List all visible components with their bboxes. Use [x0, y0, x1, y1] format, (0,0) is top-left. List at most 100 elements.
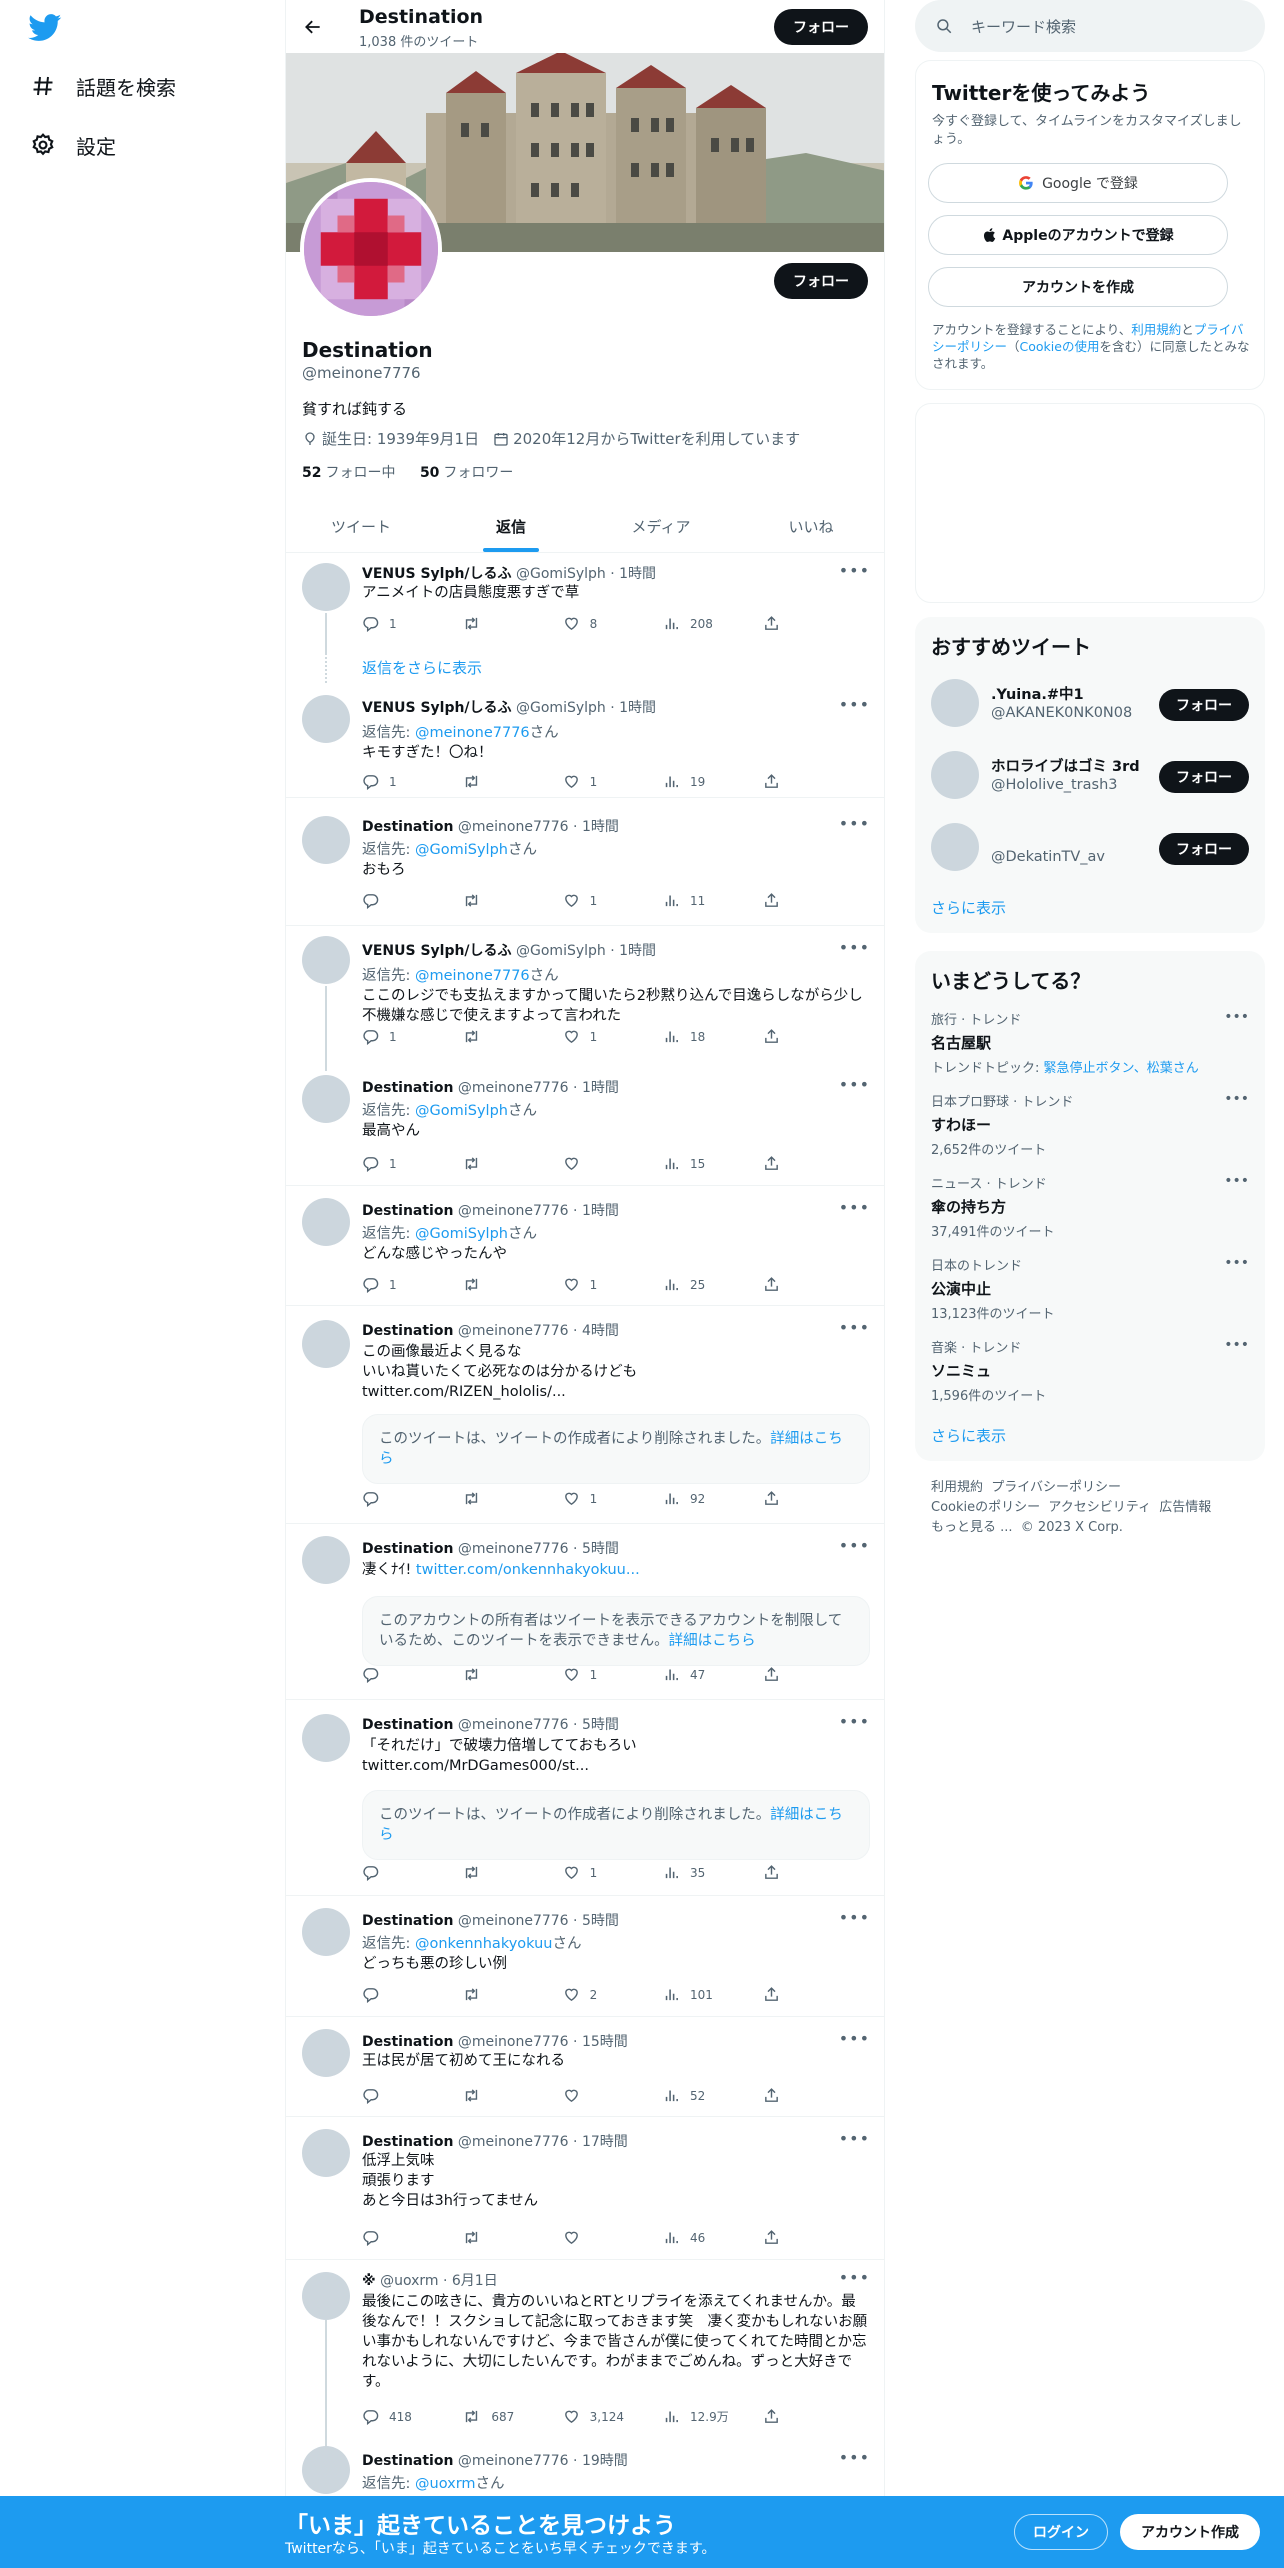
tweet-author-name[interactable]: Destination [362, 1080, 453, 1096]
share-button[interactable] [763, 2229, 792, 2246]
tweet-link[interactable]: twitter.com/MrDGames000/st... [362, 1756, 870, 1776]
views-button[interactable]: 35 [663, 1864, 763, 1881]
tweet[interactable]: VENUS Sylph/しるふ @GomiSylph · 1時間 ••• アニメイト… [286, 553, 884, 653]
reply-button[interactable] [362, 892, 462, 909]
tweet[interactable]: VENUS Sylph/しるふ @GomiSylph · 1時間 ••• 返信先: … [286, 926, 884, 1071]
more-dots-icon[interactable]: ••• [1224, 1173, 1249, 1189]
show-more-replies[interactable]: 返信をさらに表示 [286, 653, 884, 683]
trend-topics-links[interactable]: 緊急停止ボタン、松葉さん [1044, 1061, 1199, 1076]
more-dots-icon[interactable]: ••• [839, 695, 870, 714]
tab-media[interactable]: メディア [586, 500, 736, 552]
tweet-author-handle[interactable]: @meinone7776 [458, 2453, 569, 2469]
google-signup-button[interactable]: Google で登録 [928, 163, 1228, 203]
more-dots-icon[interactable]: ••• [839, 814, 870, 833]
like-button[interactable]: 3,124 [563, 2408, 663, 2425]
avatar[interactable] [302, 2029, 350, 2077]
retweet-button[interactable] [462, 1490, 562, 1507]
apple-signup-button[interactable]: Appleのアカウントで登録 [928, 215, 1228, 255]
tweet-author-name[interactable]: Destination [362, 2134, 453, 2150]
more-dots-icon[interactable]: ••• [839, 1318, 870, 1337]
tweet-author-name[interactable]: Destination [362, 1323, 453, 1339]
tweet-time[interactable]: · 1時間 [610, 700, 656, 716]
views-button[interactable]: 19 [663, 773, 763, 790]
more-dots-icon[interactable]: ••• [1224, 1009, 1249, 1025]
reco-show-more[interactable]: さらに表示 [931, 897, 1006, 918]
tweet-author-name[interactable]: VENUS Sylph/しるふ [362, 700, 512, 716]
tweet-author-name[interactable]: Destination [362, 1717, 453, 1733]
reply-button[interactable]: 1 [362, 615, 462, 632]
tweet[interactable]: ※ @uoxrm · 6月1日 ••• 最後にこの呟きに、貴方のいいねとRTとリプラ… [286, 2260, 884, 2450]
tweet-author-handle[interactable]: @meinone7776 [458, 1323, 569, 1339]
like-button[interactable] [563, 1155, 663, 1172]
tweet-author-name[interactable]: VENUS Sylph/しるふ [362, 943, 512, 959]
tweet[interactable]: Destination @meinone7776 · 1時間 ••• 返信先: @G… [286, 800, 884, 926]
profile-avatar[interactable] [300, 178, 442, 320]
reco-item[interactable]: .Yuina.#中1 @AKANEK0NK0N08 フォロー [931, 675, 1249, 731]
retweet-button[interactable] [462, 1864, 562, 1881]
nav-settings[interactable]: 設定 [28, 130, 116, 160]
login-button[interactable]: ログイン [1014, 2514, 1108, 2550]
show-more-replies-label[interactable]: 返信をさらに表示 [362, 657, 482, 678]
tweet-time[interactable]: · 5時間 [573, 1913, 619, 1929]
retweet-button[interactable]: 687 [462, 2408, 562, 2425]
footer-cookie[interactable]: Cookieのポリシー [931, 1500, 1040, 1515]
reply-to-user[interactable]: @GomiSylph [415, 842, 508, 858]
avatar[interactable] [302, 816, 350, 864]
reply-to-user[interactable]: @GomiSylph [415, 1226, 508, 1242]
tweet-author-name[interactable]: ※ [362, 2273, 376, 2289]
footer-more[interactable]: もっと見る ... [931, 1520, 1013, 1535]
tweet-author-name[interactable]: Destination [362, 1203, 453, 1219]
tweet-time[interactable]: · 1時間 [573, 819, 619, 835]
tweet-author-handle[interactable]: @meinone7776 [458, 2134, 569, 2150]
quote-details-link[interactable]: 詳細はこちら [669, 1633, 756, 1649]
share-button[interactable] [763, 1028, 792, 1045]
terms-link[interactable]: 利用規約 [1131, 322, 1181, 337]
retweet-button[interactable] [462, 2087, 562, 2104]
tweet-time[interactable]: · 17時間 [573, 2134, 628, 2150]
tweet-author-handle[interactable]: @meinone7776 [458, 819, 569, 835]
reco-item[interactable]: ホロライブはゴミ 3rd @Hololive_trash3 フォロー [931, 747, 1249, 803]
trend-item[interactable]: 日本プロ野球 · トレンド すわほー 2,652件のツイート ••• [931, 1091, 1249, 1158]
reply-to-user[interactable]: @meinone7776 [415, 725, 530, 741]
reply-button[interactable]: 1 [362, 773, 462, 790]
more-dots-icon[interactable]: ••• [839, 1198, 870, 1217]
back-arrow-icon[interactable] [300, 14, 326, 40]
views-button[interactable]: 15 [663, 1155, 763, 1172]
signup-button[interactable]: アカウント作成 [1120, 2514, 1260, 2550]
more-dots-icon[interactable]: ••• [839, 1075, 870, 1094]
share-button[interactable] [763, 1666, 792, 1683]
reply-to-user[interactable]: @uoxrm [415, 2476, 476, 2492]
footer-terms[interactable]: 利用規約 [931, 1480, 983, 1495]
retweet-button[interactable] [462, 615, 562, 632]
retweet-button[interactable] [462, 1276, 562, 1293]
avatar[interactable] [302, 1320, 350, 1368]
like-button[interactable]: 1 [563, 1666, 663, 1683]
share-button[interactable] [763, 1864, 792, 1881]
reply-button[interactable]: 418 [362, 2408, 462, 2425]
more-dots-icon[interactable]: ••• [839, 2268, 870, 2287]
tweet-time[interactable]: · 5時間 [573, 1717, 619, 1733]
followers-link[interactable]: 50 フォロワー [420, 465, 513, 481]
avatar[interactable] [302, 563, 350, 611]
avatar[interactable] [302, 1536, 350, 1584]
avatar[interactable] [302, 2129, 350, 2177]
profile-follow-button[interactable]: フォロー [774, 263, 868, 299]
views-button[interactable]: 92 [663, 1490, 763, 1507]
create-account-button[interactable]: アカウントを作成 [928, 267, 1228, 307]
tweet-author-handle[interactable]: @uoxrm [380, 2273, 438, 2289]
retweet-button[interactable] [462, 1155, 562, 1172]
trend-item[interactable]: ニュース · トレンド 傘の持ち方 37,491件のツイート ••• [931, 1173, 1249, 1240]
more-dots-icon[interactable]: ••• [839, 2029, 870, 2048]
share-button[interactable] [763, 615, 792, 632]
header-follow-button[interactable]: フォロー [774, 9, 868, 45]
share-button[interactable] [763, 1986, 792, 2003]
trend-item[interactable]: 旅行 · トレンド 名古屋駅 トレンドトピック: 緊急停止ボタン、松葉さん ••… [931, 1009, 1249, 1076]
more-dots-icon[interactable]: ••• [839, 1712, 870, 1731]
reco-follow-button[interactable]: フォロー [1159, 761, 1249, 793]
reply-button[interactable]: 1 [362, 1028, 462, 1045]
tweet-time[interactable]: · 1時間 [610, 943, 656, 959]
tweet-author-handle[interactable]: @meinone7776 [458, 1717, 569, 1733]
reply-button[interactable]: 1 [362, 1276, 462, 1293]
tweet-author-handle[interactable]: @meinone7776 [458, 1913, 569, 1929]
like-button[interactable]: 1 [563, 1276, 663, 1293]
